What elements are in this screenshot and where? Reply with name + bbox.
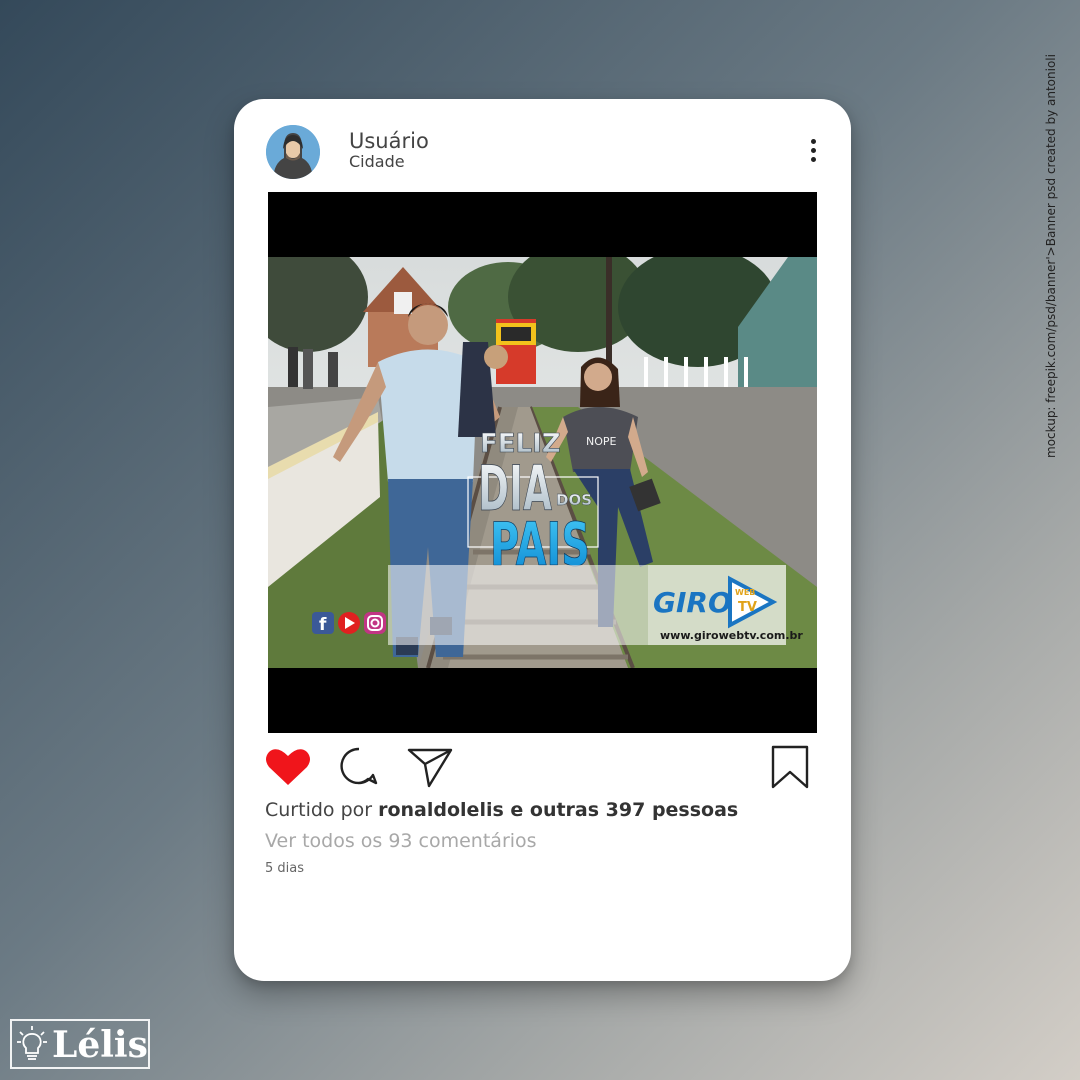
comment-icon[interactable] xyxy=(339,746,379,791)
more-options-icon[interactable] xyxy=(806,139,820,167)
hooded-user-icon xyxy=(266,125,320,179)
lightbulb-icon xyxy=(17,1026,47,1060)
post-username[interactable]: Usuário xyxy=(349,129,429,153)
father-daughter-photo: NOPE FELIZ DIA DOS PAIS GIRO WEB TV www.… xyxy=(268,257,817,668)
liked-by-text[interactable]: Curtido por ronaldolelis e outras 397 pe… xyxy=(265,799,738,821)
post-photo: NOPE FELIZ DIA DOS PAIS GIRO WEB TV www.… xyxy=(268,257,817,668)
post-timestamp: 5 dias xyxy=(265,861,305,876)
share-send-icon[interactable] xyxy=(407,747,453,794)
liked-by-prefix: Curtido por xyxy=(265,799,379,821)
view-all-comments-link[interactable]: Ver todos os 93 comentários xyxy=(265,830,537,852)
logo-web: WEB xyxy=(735,588,755,597)
mockup-credit: mockup: freepik.com/psd/banner'>Banner p… xyxy=(1044,54,1058,458)
like-heart-icon[interactable] xyxy=(265,747,311,792)
svg-text:f: f xyxy=(319,615,327,635)
liked-by-users[interactable]: ronaldolelis e outras 397 pessoas xyxy=(378,799,738,821)
logo-website: www.girowebtv.com.br xyxy=(660,629,803,642)
logo-tv: TV xyxy=(738,600,757,615)
bookmark-icon[interactable] xyxy=(771,745,809,794)
logo-giro: GIRO xyxy=(653,586,732,619)
user-avatar[interactable] xyxy=(266,125,320,179)
post-image[interactable]: NOPE FELIZ DIA DOS PAIS GIRO WEB TV www.… xyxy=(268,192,817,733)
headline-dos: DOS xyxy=(556,491,592,509)
brand-logo: Lélis xyxy=(10,1019,150,1069)
shirt-text: NOPE xyxy=(586,435,617,448)
post-location[interactable]: Cidade xyxy=(349,152,405,171)
brand-name: Lélis xyxy=(52,1024,148,1066)
instagram-post-card: Usuário Cidade NOPE FELIZ DIA DOS PAIS G… xyxy=(234,99,851,981)
